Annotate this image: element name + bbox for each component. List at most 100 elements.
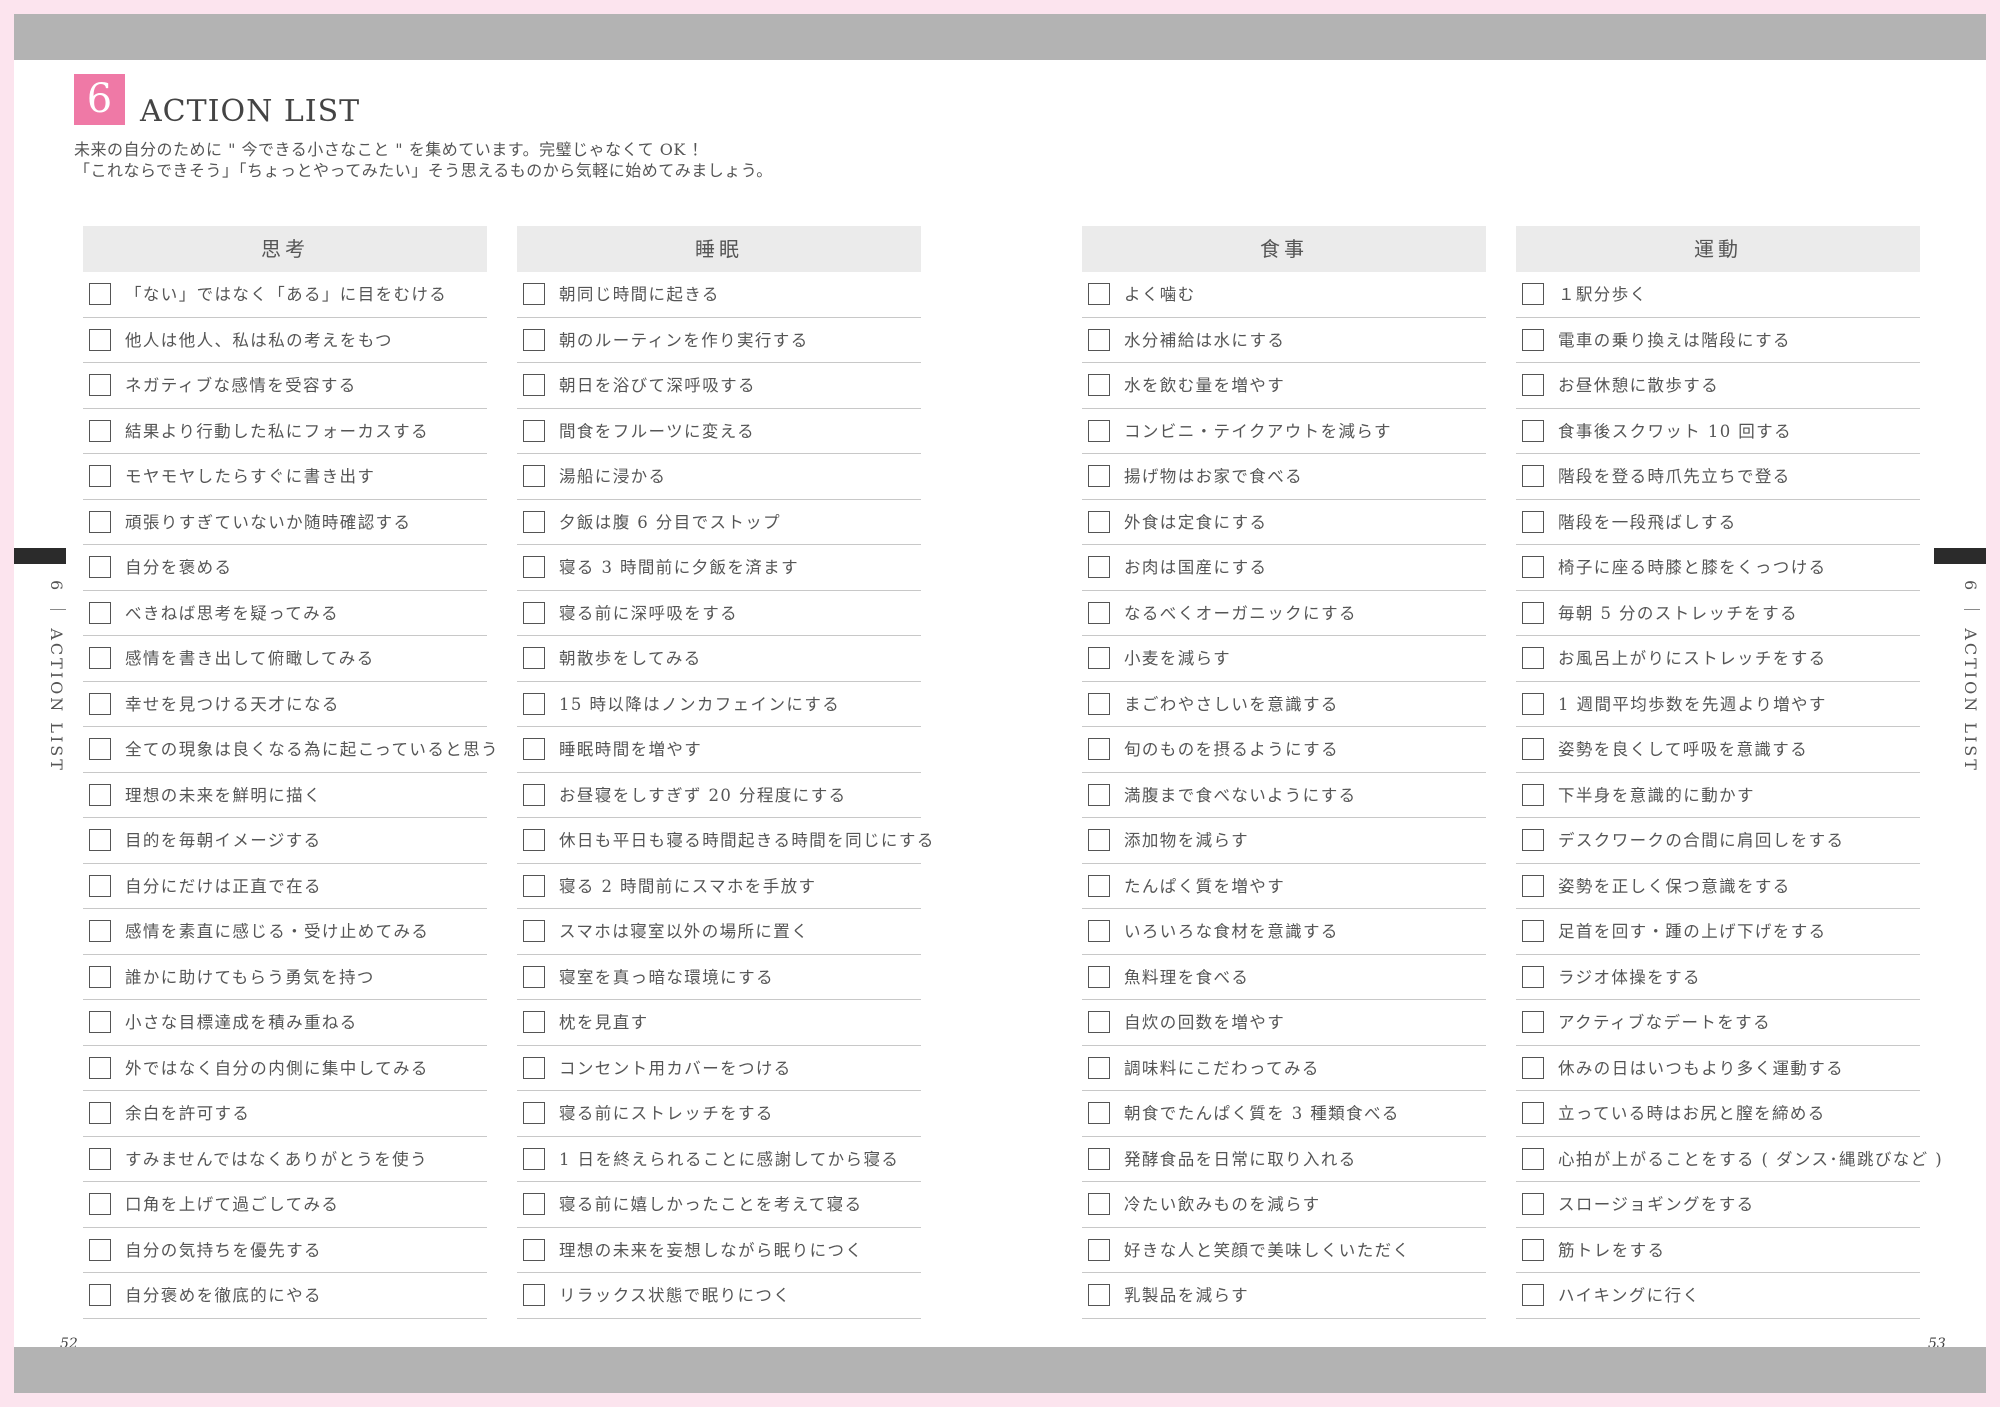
checkbox[interactable] [1088, 1284, 1110, 1306]
checklist-item: 寝る 3 時間前に夕飯を済ます [517, 545, 921, 591]
checkbox[interactable] [1088, 419, 1110, 442]
checkbox[interactable] [1522, 692, 1544, 715]
checkbox[interactable] [523, 465, 545, 487]
checkbox[interactable] [523, 419, 545, 442]
checklist-item-label: 足首を回す・踵の上げ下げをする [1558, 922, 1827, 941]
checkbox[interactable] [523, 328, 545, 351]
checkbox[interactable] [89, 328, 111, 351]
checkbox[interactable] [1088, 283, 1110, 305]
checkbox[interactable] [1522, 1056, 1544, 1079]
checkbox[interactable] [1088, 1011, 1110, 1033]
checkbox[interactable] [89, 601, 111, 624]
checklist-item: 階段を一段飛ばしする [1516, 500, 1920, 545]
checkbox[interactable] [1088, 647, 1110, 669]
checkbox[interactable] [1088, 829, 1110, 851]
checkbox[interactable] [1522, 283, 1544, 305]
checkbox[interactable] [89, 647, 111, 669]
checkbox[interactable] [523, 692, 545, 715]
checkbox[interactable] [89, 1011, 111, 1033]
checkbox[interactable] [1088, 510, 1110, 533]
checkbox[interactable] [523, 1011, 545, 1033]
checkbox[interactable] [1522, 556, 1544, 578]
checkbox[interactable] [1088, 556, 1110, 578]
checkbox[interactable] [89, 874, 111, 897]
checkbox[interactable] [523, 647, 545, 669]
checkbox[interactable] [89, 1193, 111, 1215]
checkbox[interactable] [1088, 738, 1110, 760]
checkbox[interactable] [1088, 692, 1110, 715]
checkbox[interactable] [523, 556, 545, 578]
checkbox[interactable] [1522, 965, 1544, 988]
checkbox[interactable] [89, 419, 111, 442]
checkbox[interactable] [1088, 1102, 1110, 1124]
checkbox[interactable] [1088, 920, 1110, 942]
checkbox[interactable] [1522, 1284, 1544, 1306]
checkbox[interactable] [89, 1056, 111, 1079]
checkbox[interactable] [523, 1147, 545, 1170]
checkbox[interactable] [523, 829, 545, 851]
checkbox[interactable] [1522, 1193, 1544, 1215]
checkbox[interactable] [1088, 1238, 1110, 1261]
checkbox[interactable] [523, 283, 545, 305]
checkbox[interactable] [1522, 647, 1544, 669]
checkbox[interactable] [1088, 1193, 1110, 1215]
checkbox[interactable] [1522, 1147, 1544, 1170]
checkbox[interactable] [89, 1147, 111, 1170]
checkbox[interactable] [1088, 783, 1110, 806]
checkbox[interactable] [1522, 738, 1544, 760]
checkbox[interactable] [523, 783, 545, 806]
checkbox[interactable] [523, 1102, 545, 1124]
checkbox[interactable] [1522, 1238, 1544, 1261]
checkbox[interactable] [523, 1238, 545, 1261]
checkbox[interactable] [89, 965, 111, 988]
checkbox[interactable] [89, 374, 111, 396]
checkbox[interactable] [523, 510, 545, 533]
checklist-item-label: 水分補給は水にする [1124, 330, 1286, 350]
checkbox[interactable] [89, 283, 111, 305]
checkbox[interactable] [1088, 965, 1110, 988]
checkbox[interactable] [89, 920, 111, 942]
checkbox[interactable] [89, 783, 111, 806]
checklist-item-label: リラックス状態で眠りにつく [559, 1286, 792, 1305]
checkbox[interactable] [1522, 1011, 1544, 1033]
checkbox[interactable] [89, 556, 111, 578]
checklist-item-label: 間食をフルーツに変える [559, 421, 756, 441]
checkbox[interactable] [1522, 920, 1544, 942]
checkbox[interactable] [1522, 328, 1544, 351]
checkbox[interactable] [1088, 1147, 1110, 1170]
checkbox[interactable] [89, 692, 111, 715]
checkbox[interactable] [1088, 328, 1110, 351]
checkbox[interactable] [1522, 829, 1544, 851]
checkbox[interactable] [89, 738, 111, 760]
checkbox[interactable] [523, 965, 545, 988]
checkbox[interactable] [1522, 510, 1544, 533]
checkbox[interactable] [1088, 1056, 1110, 1079]
checkbox[interactable] [89, 1102, 111, 1124]
checkbox[interactable] [523, 920, 545, 942]
checkbox[interactable] [523, 1193, 545, 1215]
checkbox[interactable] [1088, 601, 1110, 624]
checkbox[interactable] [1088, 374, 1110, 396]
checkbox[interactable] [1088, 465, 1110, 487]
checkbox[interactable] [523, 874, 545, 897]
checkbox[interactable] [1088, 874, 1110, 897]
checkbox[interactable] [1522, 465, 1544, 487]
checkbox[interactable] [523, 374, 545, 396]
checkbox[interactable] [523, 738, 545, 760]
checkbox[interactable] [1522, 874, 1544, 897]
checkbox[interactable] [1522, 374, 1544, 396]
checkbox[interactable] [89, 829, 111, 851]
checkbox[interactable] [1522, 783, 1544, 806]
checkbox[interactable] [523, 1056, 545, 1079]
checkbox[interactable] [1522, 1102, 1544, 1124]
checklist-item-label: 15 時以降はノンカフェインにする [559, 694, 841, 714]
checkbox[interactable] [89, 465, 111, 487]
checklist-item: 朝のルーティンを作り実行する [517, 318, 921, 363]
checkbox[interactable] [89, 1238, 111, 1261]
checkbox[interactable] [523, 601, 545, 624]
checkbox[interactable] [523, 1284, 545, 1306]
checkbox[interactable] [1522, 419, 1544, 442]
checkbox[interactable] [89, 510, 111, 533]
checkbox[interactable] [89, 1284, 111, 1306]
checkbox[interactable] [1522, 601, 1544, 624]
